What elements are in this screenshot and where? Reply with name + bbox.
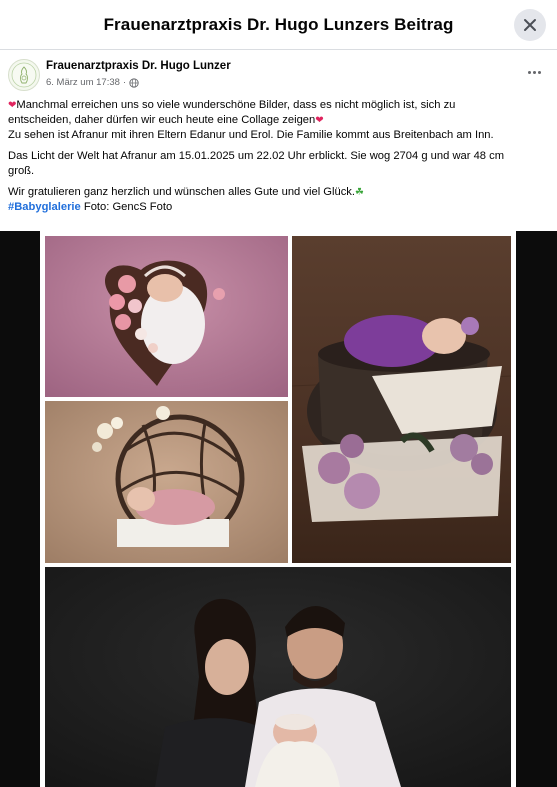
post-text-line: Zu sehen ist Afranur mit ihren Eltern Ed… bbox=[8, 129, 494, 141]
post-text-line: Wir gratulieren ganz herzlich und wünsch… bbox=[8, 186, 355, 198]
hashtag-link[interactable]: #Babyglalerie bbox=[8, 201, 81, 213]
post-text-line: groß. bbox=[8, 165, 35, 177]
newborn-photo-icon bbox=[292, 236, 511, 563]
modal-header: Frauenarztpraxis Dr. Hugo Lunzers Beitra… bbox=[0, 0, 557, 50]
clover-icon: ☘ bbox=[355, 187, 364, 198]
close-button[interactable] bbox=[514, 9, 546, 41]
post-text-line: entscheiden, daher dürfen wir euch heute… bbox=[8, 114, 316, 126]
more-options-button[interactable] bbox=[523, 64, 545, 80]
globe-icon bbox=[129, 77, 139, 88]
meta-separator: · bbox=[122, 77, 127, 88]
more-icon-dot bbox=[537, 70, 541, 74]
heart-icon: ❤ bbox=[315, 115, 324, 126]
post-date[interactable]: 6. März um 17:38 bbox=[46, 77, 120, 88]
post-author[interactable]: Frauenarztpraxis Dr. Hugo Lunzer bbox=[46, 60, 231, 72]
post-paragraph-1: ❤ Manchmal erreichen uns so viele wunders… bbox=[8, 98, 544, 143]
newborn-photo-icon bbox=[45, 236, 288, 397]
modal-title: Frauenarztpraxis Dr. Hugo Lunzers Beitra… bbox=[103, 14, 454, 34]
post-paragraph-3: Wir gratulieren ganz herzlich und wünsch… bbox=[8, 185, 544, 215]
post-text-line: Das Licht der Welt hat Afranur am 15.01.… bbox=[8, 150, 505, 162]
photo-baby-heart-bowl[interactable] bbox=[45, 236, 288, 397]
newborn-photo-icon bbox=[45, 401, 288, 563]
photo-credit: Foto: GencS Foto bbox=[80, 201, 173, 213]
post-header: Frauenarztpraxis Dr. Hugo Lunzer 6. März… bbox=[0, 50, 557, 96]
family-photo-icon bbox=[45, 567, 511, 787]
post-text-line: Manchmal erreichen uns so viele wundersc… bbox=[16, 99, 456, 111]
photo-collage bbox=[0, 231, 557, 787]
post-paragraph-2: Das Licht der Welt hat Afranur am 15.01.… bbox=[8, 149, 544, 179]
photo-baby-basket[interactable] bbox=[292, 236, 511, 563]
clinic-logo-icon bbox=[11, 62, 37, 88]
more-icon-dot bbox=[532, 70, 536, 74]
post-meta: 6. März um 17:38 · bbox=[46, 77, 139, 88]
photo-family-portrait[interactable] bbox=[45, 567, 511, 787]
close-icon bbox=[524, 19, 536, 31]
photo-baby-wicker-sphere[interactable] bbox=[45, 401, 288, 563]
more-icon-dot bbox=[527, 70, 531, 74]
avatar[interactable] bbox=[8, 59, 40, 91]
post-body: ❤ Manchmal erreichen uns so viele wunders… bbox=[8, 98, 544, 221]
